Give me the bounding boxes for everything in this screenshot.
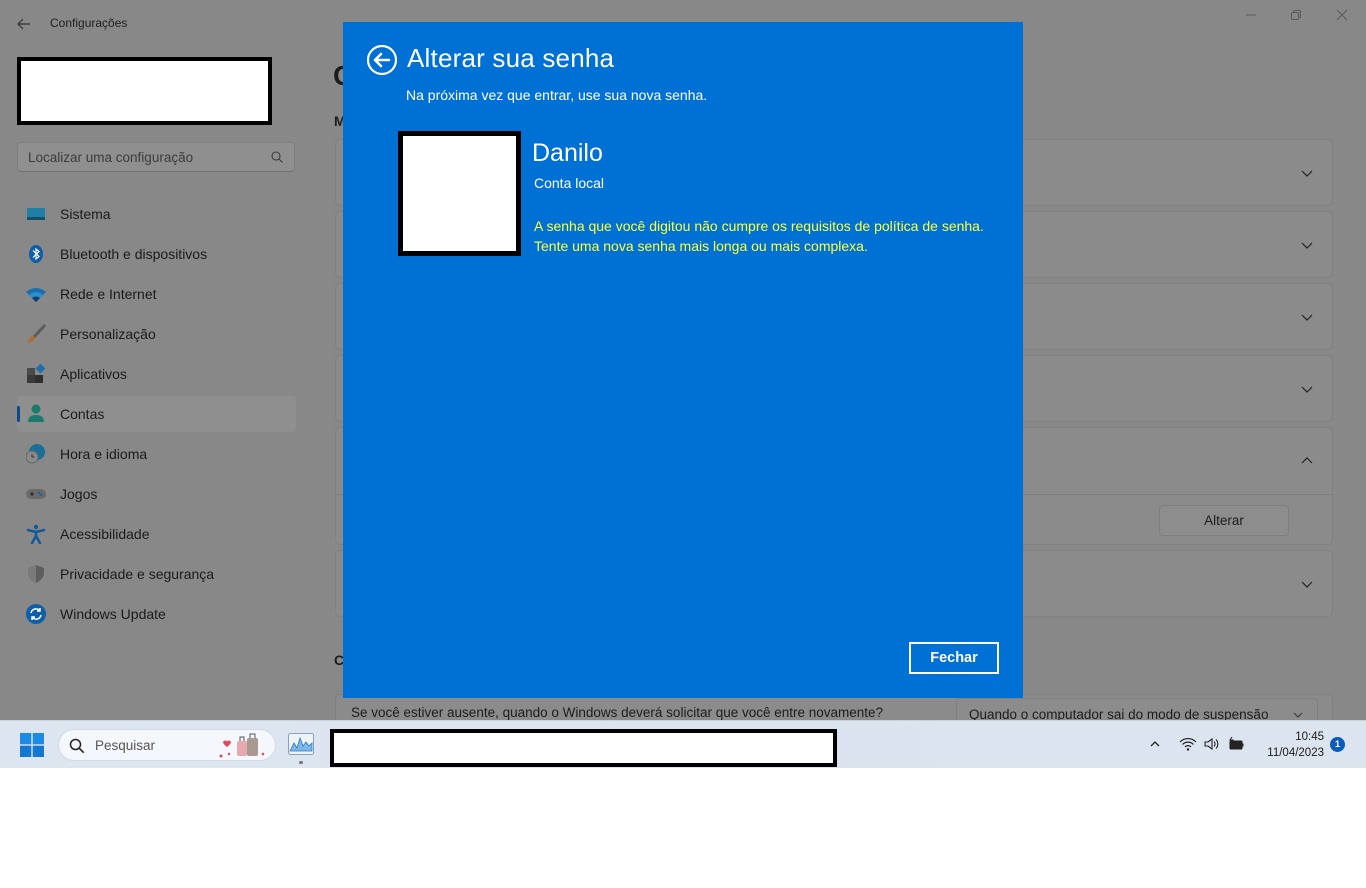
nav-label: Acessibilidade xyxy=(60,526,150,542)
active-indicator xyxy=(17,406,20,422)
bluetooth-icon xyxy=(29,245,43,263)
paintbrush-icon xyxy=(28,324,46,343)
close-button[interactable]: Fechar xyxy=(909,642,999,674)
settings-search-input[interactable]: Localizar uma configuração xyxy=(17,142,295,172)
apps-icon xyxy=(27,364,46,383)
notification-badge[interactable]: 1 xyxy=(1330,737,1345,752)
monitor-icon xyxy=(27,208,45,220)
accessibility-icon xyxy=(26,524,46,544)
error-message: A senha que você digitou não cumpre os r… xyxy=(534,218,984,254)
redacted-taskbar-area xyxy=(330,729,837,767)
search-highlight-luggage-icon xyxy=(219,733,265,758)
sidebar-item-aplicativos[interactable]: Aplicativos xyxy=(17,356,296,392)
nav-label: Privacidade e segurança xyxy=(60,566,215,582)
running-indicator xyxy=(299,761,303,764)
chevron-down-icon xyxy=(1301,386,1313,393)
chevron-up-icon xyxy=(1301,457,1313,464)
search-icon xyxy=(69,738,85,754)
chevron-down-icon xyxy=(1301,314,1313,321)
sidebar-item-jogos[interactable]: Jogos xyxy=(17,476,296,512)
volume-icon[interactable] xyxy=(1203,735,1221,753)
minimize-button[interactable] xyxy=(1236,6,1266,26)
sidebar-item-personalizacao[interactable]: Personalização xyxy=(17,316,296,352)
back-button[interactable] xyxy=(16,14,32,34)
time: 10:45 xyxy=(1295,731,1324,743)
account-type: Conta local xyxy=(534,175,605,191)
redacted-profile-area xyxy=(17,57,272,125)
clock-globe-icon xyxy=(26,444,45,464)
nav-label: Contas xyxy=(60,406,105,422)
sidebar-item-windows-update[interactable]: Windows Update xyxy=(17,596,296,632)
sidebar-item-contas[interactable]: Contas xyxy=(17,396,296,432)
restore-button[interactable] xyxy=(1281,6,1311,26)
clock[interactable]: 10:45 11/04/2023 xyxy=(1252,729,1324,761)
sidebar-item-bluetooth[interactable]: Bluetooth e dispositivos xyxy=(17,236,296,272)
nav-label: Personalização xyxy=(60,326,156,342)
nav-label: Hora e idioma xyxy=(60,446,148,462)
back-circle-icon[interactable] xyxy=(366,44,398,76)
dropdown-value: Quando o computador sai do modo de suspe… xyxy=(969,707,1269,720)
gamepad-icon xyxy=(26,489,46,499)
nav-label: Rede e Internet xyxy=(60,286,157,302)
wifi-icon[interactable] xyxy=(1179,735,1197,753)
close-window-button[interactable] xyxy=(1327,6,1357,26)
update-icon xyxy=(26,604,46,624)
chevron-down-icon xyxy=(1301,242,1313,249)
show-hidden-icons-chevron-icon[interactable] xyxy=(1148,737,1162,751)
user-name: Danilo xyxy=(532,139,603,167)
sidebar-item-sistema[interactable]: Sistema xyxy=(17,196,296,232)
nav-label: Aplicativos xyxy=(60,366,127,382)
taskbar: Pesquisar 10:45 11/04/2023 1 xyxy=(0,720,1366,768)
nav-label: Windows Update xyxy=(60,606,166,622)
chevron-down-icon xyxy=(1293,712,1303,718)
sidebar-item-privacidade[interactable]: Privacidade e segurança xyxy=(17,556,296,592)
change-password-dialog: Alterar sua senha Na próxima vez que ent… xyxy=(343,22,1023,698)
date: 11/04/2023 xyxy=(1267,747,1324,759)
sidebar-item-rede[interactable]: Rede e Internet xyxy=(17,276,296,312)
search-placeholder: Localizar uma configuração xyxy=(28,150,194,165)
nav-label: Jogos xyxy=(60,486,98,502)
redacted-user-avatar xyxy=(398,131,521,256)
nav-label: Bluetooth e dispositivos xyxy=(60,246,208,262)
search-icon xyxy=(271,151,283,163)
shield-icon xyxy=(28,565,44,583)
settings-window: Configurações Localizar uma configuração… xyxy=(0,0,1366,720)
app-title: Configurações xyxy=(50,16,128,30)
chevron-down-icon xyxy=(1301,170,1313,177)
battery-charging-icon[interactable] xyxy=(1227,735,1245,753)
dialog-title: Alterar sua senha xyxy=(407,43,615,73)
taskbar-search[interactable]: Pesquisar xyxy=(58,729,276,761)
sidebar-item-acessibilidade[interactable]: Acessibilidade xyxy=(17,516,296,552)
person-icon xyxy=(28,404,44,422)
wifi-icon xyxy=(26,288,46,302)
search-placeholder: Pesquisar xyxy=(95,738,156,753)
change-password-button[interactable]: Alterar xyxy=(1159,505,1289,536)
windows-start-icon[interactable] xyxy=(20,733,44,757)
resource-monitor-app-icon[interactable] xyxy=(288,733,314,755)
nav-label: Sistema xyxy=(60,206,111,222)
sidebar-item-hora[interactable]: Hora e idioma xyxy=(17,436,296,472)
reauth-question: Se você estiver ausente, quando o Window… xyxy=(351,705,884,720)
reauth-dropdown[interactable]: Quando o computador sai do modo de suspe… xyxy=(956,698,1318,720)
dialog-subtitle: Na próxima vez que entrar, use sua nova … xyxy=(406,87,708,103)
chevron-down-icon xyxy=(1301,581,1313,588)
